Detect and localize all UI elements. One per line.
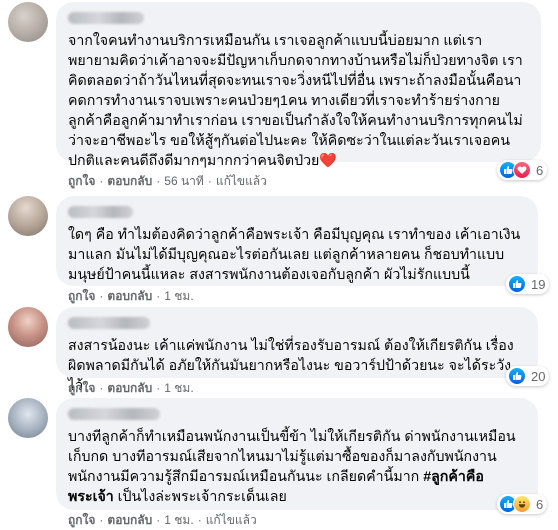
commenter-name-blurred[interactable] (68, 408, 160, 420)
comment-actions: ถูกใจ · ตอบกลับ · 1 ชม. (68, 381, 194, 395)
avatar[interactable] (8, 196, 48, 236)
comment-bubble: จากใจคนทำงานบริการเหมือนกัน เราเจอลูกค้า… (56, 2, 541, 169)
reaction-count: 19 (531, 276, 546, 292)
comment-actions: ถูกใจ · ตอบกลับ · 1 ชม. (68, 289, 194, 303)
avatar[interactable] (8, 2, 48, 42)
haha-icon (513, 495, 531, 513)
comment-text: จากใจคนทำงานบริการเหมือนกัน เราเจอลูกค้า… (68, 33, 523, 169)
reaction-summary[interactable]: 6 (497, 160, 548, 180)
like-icon (508, 275, 526, 293)
edited-label: แก้ไขแล้ว (205, 513, 257, 527)
reply-link[interactable]: ตอบกลับ (107, 381, 152, 395)
timestamp[interactable]: 1 ชม. (164, 381, 193, 395)
reply-link[interactable]: ตอบกลับ (107, 174, 152, 188)
reaction-count: 6 (536, 162, 544, 178)
like-link[interactable]: ถูกใจ (68, 513, 95, 527)
reaction-count: 6 (536, 496, 544, 512)
comment-bubble: ใดๆ คือ ทำไมต้องคิดว่าลูกค้าคือพระเจ้า ค… (56, 196, 538, 286)
reply-link[interactable]: ตอบกลับ (107, 513, 152, 527)
like-icon (508, 367, 526, 385)
timestamp[interactable]: 1 ชม. (164, 513, 193, 527)
commenter-name-blurred[interactable] (68, 317, 150, 329)
comment-bubble: สงสารน้องนะ เค้าแค่พนักงาน ไม่ใช่ที่รองร… (56, 307, 538, 394)
reaction-summary[interactable]: 19 (506, 274, 550, 294)
reaction-count: 20 (531, 368, 546, 384)
comment-actions: ถูกใจ · ตอบกลับ · 1 ชม. · แก้ไขแล้ว (68, 513, 257, 527)
reply-link[interactable]: ตอบกลับ (107, 289, 152, 303)
commenter-name-blurred[interactable] (68, 12, 144, 24)
comment-text-part: เป็นไงล่ะพระเจ้ากระเด็นเลย (113, 489, 287, 505)
like-link[interactable]: ถูกใจ (68, 381, 95, 395)
timestamp[interactable]: 1 ชม. (164, 289, 193, 303)
reaction-summary[interactable]: 20 (506, 366, 550, 386)
like-link[interactable]: ถูกใจ (68, 289, 95, 303)
commenter-name-blurred[interactable] (68, 206, 133, 218)
love-icon (513, 161, 531, 179)
timestamp[interactable]: 56 นาที (164, 174, 204, 188)
comment-text: ใดๆ คือ ทำไมต้องคิดว่าลูกค้าคือพระเจ้า ค… (68, 227, 521, 283)
like-link[interactable]: ถูกใจ (68, 174, 95, 188)
reaction-summary[interactable]: 6 (497, 494, 548, 514)
edited-label: แก้ไขแล้ว (215, 174, 267, 188)
comment-actions: ถูกใจ · ตอบกลับ · 56 นาที · แก้ไขแล้ว (68, 174, 267, 188)
avatar[interactable] (8, 307, 48, 347)
comment-text: บางทีลูกค้าก็ทำเหมือนพนักงานเป็นขี้ข้า ไ… (68, 427, 526, 507)
comment-bubble: บางทีลูกค้าก็ทำเหมือนพนักงานเป็นขี้ข้า ไ… (56, 398, 538, 510)
avatar[interactable] (8, 398, 48, 438)
